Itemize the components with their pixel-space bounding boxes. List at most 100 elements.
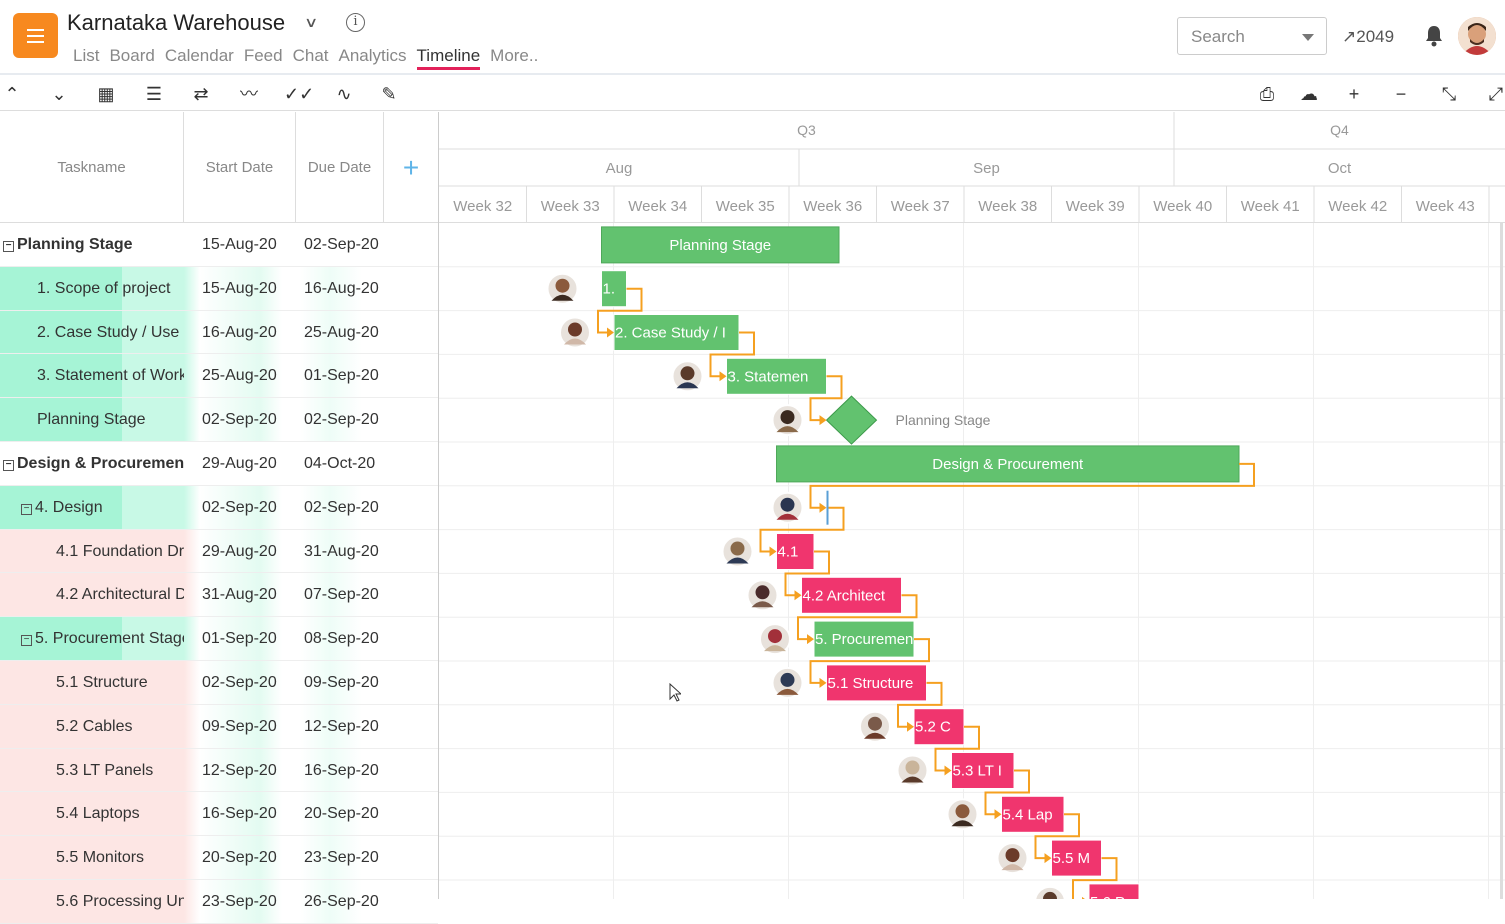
task-name[interactable]: 2. Case Study / Use (37, 311, 184, 354)
task-row[interactable]: − Design & Procurement 29-Aug-20 04-Oct-20 (0, 442, 438, 486)
due-date-cell[interactable]: 20-Sep-20 (304, 792, 379, 835)
task-bar[interactable]: 5.1 Structure (826, 664, 927, 702)
task-name[interactable]: 5.6 Processing Units (56, 880, 184, 923)
assignee-avatar[interactable] (746, 579, 779, 612)
collapse-toggle-icon[interactable]: − (3, 241, 14, 252)
wrench-icon[interactable]: ✎ (377, 82, 401, 106)
expand-down-icon[interactable]: ⌄ (47, 82, 71, 106)
task-name[interactable]: 4.1 Foundation Drawings (56, 530, 184, 573)
due-date-cell[interactable]: 16-Sep-20 (304, 749, 379, 792)
assignee-avatar[interactable] (896, 754, 929, 787)
chevron-down-icon[interactable]: ∨ (304, 14, 318, 31)
task-bar[interactable]: 3. Statemen (726, 357, 827, 395)
task-row[interactable]: 1. Scope of project 15-Aug-20 16-Aug-20 (0, 266, 438, 311)
double-check-icon[interactable]: ✓✓ (284, 82, 314, 106)
add-column-button[interactable]: + (384, 112, 438, 223)
start-date-cell[interactable]: 02-Sep-20 (202, 661, 277, 704)
start-date-cell[interactable]: 25-Aug-20 (202, 354, 277, 397)
due-date-cell[interactable]: 02-Sep-20 (304, 398, 379, 441)
task-bar[interactable]: 5.3 LT I (951, 752, 1015, 789)
task-bar[interactable]: 2. Case Study / I (613, 314, 740, 351)
task-row[interactable]: 5.4 Laptops 16-Sep-20 20-Sep-20 (0, 792, 438, 837)
due-date-cell[interactable]: 09-Sep-20 (304, 661, 379, 704)
task-row[interactable]: −5. Procurement Stage 01-Sep-20 08-Sep-20 (0, 617, 438, 661)
due-date-cell[interactable]: 01-Sep-20 (304, 354, 379, 397)
tab-board[interactable]: Board (109, 46, 154, 69)
points-badge[interactable]: ↗2049 (1342, 27, 1394, 47)
collapse-toggle-icon[interactable]: − (21, 635, 32, 647)
task-name[interactable]: 5.3 LT Panels (56, 749, 184, 792)
start-date-cell[interactable]: 15-Aug-20 (202, 267, 277, 310)
start-date-cell[interactable]: 12-Sep-20 (202, 749, 277, 792)
task-name[interactable]: 5.4 Laptops (56, 792, 184, 835)
due-date-cell[interactable]: 16-Aug-20 (304, 267, 379, 310)
start-date-header[interactable]: Start Date (184, 112, 296, 223)
task-bar[interactable]: 5. Procuremen (813, 620, 915, 658)
task-name[interactable]: 1. Scope of project (37, 267, 184, 310)
pulse-icon[interactable]: ∿ (332, 82, 356, 106)
task-name[interactable]: Planning Stage (37, 398, 184, 441)
menu-logo-icon[interactable] (13, 13, 58, 58)
task-bar[interactable]: 4.2 Architect (801, 576, 902, 614)
task-name[interactable]: −5. Procurement Stage (21, 617, 184, 660)
due-date-cell[interactable]: 04-Oct-20 (304, 442, 375, 485)
task-name[interactable]: 3. Statement of Work (37, 354, 184, 397)
start-date-cell[interactable]: 09-Sep-20 (202, 705, 277, 748)
assignee-avatar[interactable] (771, 666, 804, 699)
due-date-cell[interactable]: 26-Sep-20 (304, 880, 379, 923)
task-bar[interactable]: 1. (601, 270, 627, 308)
print-icon[interactable]: ⎙ (1255, 82, 1279, 106)
start-date-cell[interactable]: 20-Sep-20 (202, 836, 277, 879)
task-name[interactable]: −4. Design (21, 486, 184, 529)
start-date-cell[interactable]: 16-Sep-20 (202, 792, 277, 835)
start-date-cell[interactable]: 31-Aug-20 (202, 573, 277, 616)
assignee-avatar[interactable] (771, 404, 804, 437)
tab-analytics[interactable]: Analytics (339, 46, 407, 69)
start-date-cell[interactable]: 01-Sep-20 (202, 617, 277, 660)
summary-bar[interactable]: Design & Procurement (776, 445, 1240, 483)
task-row[interactable]: 5.2 Cables 09-Sep-20 12-Sep-20 (0, 704, 438, 749)
task-name[interactable]: − Design & Procurement (3, 442, 184, 485)
start-date-cell[interactable]: 02-Sep-20 (202, 398, 277, 441)
assignee-avatar[interactable] (1034, 885, 1066, 899)
task-name[interactable]: 5.2 Cables (56, 705, 184, 748)
task-row[interactable]: 5.5 Monitors 20-Sep-20 23-Sep-20 (0, 836, 438, 880)
fullscreen-icon[interactable]: ⤢ (1484, 82, 1505, 106)
due-date-cell[interactable]: 25-Aug-20 (304, 311, 379, 354)
assignee-avatar[interactable] (721, 535, 754, 568)
assignee-avatar[interactable] (559, 316, 591, 349)
collapse-toggle-icon[interactable]: − (3, 459, 14, 471)
task-row[interactable]: 5.1 Structure 02-Sep-20 09-Sep-20 (0, 660, 438, 705)
task-bar[interactable]: 5.4 Lap (1001, 795, 1065, 833)
due-date-cell[interactable]: 31-Aug-20 (304, 530, 379, 573)
collapse-toggle-icon[interactable]: − (21, 503, 32, 515)
task-row[interactable]: 2. Case Study / Use 16-Aug-20 25-Aug-20 (0, 310, 438, 355)
collapse-up-icon[interactable]: ⌃ (0, 82, 24, 106)
task-row[interactable]: −4. Design 02-Sep-20 02-Sep-20 (0, 485, 438, 530)
swap-icon[interactable]: ⇄ (189, 82, 213, 106)
collapse-icon[interactable]: ⤡ (1437, 82, 1461, 106)
assignee-avatar[interactable] (546, 272, 579, 305)
start-date-cell[interactable]: 02-Sep-20 (202, 486, 277, 529)
project-title[interactable]: Karnataka Warehouse (67, 10, 285, 36)
task-name[interactable]: 5.5 Monitors (56, 836, 184, 879)
due-date-cell[interactable]: 07-Sep-20 (304, 573, 379, 616)
assignee-avatar[interactable] (671, 360, 704, 393)
task-name[interactable]: 5.1 Structure (56, 661, 184, 704)
summary-bar[interactable]: Planning Stage (601, 226, 840, 264)
taskname-header[interactable]: Taskname (0, 112, 184, 223)
tab-list[interactable]: List (73, 46, 99, 69)
tab-feed[interactable]: Feed (244, 46, 283, 69)
assignee-avatar[interactable] (996, 842, 1029, 875)
task-name[interactable]: − Planning Stage (3, 223, 184, 266)
tab-chat[interactable]: Chat (293, 46, 329, 69)
due-date-cell[interactable]: 02-Sep-20 (304, 223, 379, 266)
task-row[interactable]: 3. Statement of Work 25-Aug-20 01-Sep-20 (0, 354, 438, 399)
assignee-avatar[interactable] (859, 710, 891, 743)
tab-calendar[interactable]: Calendar (165, 46, 234, 69)
due-date-cell[interactable]: 08-Sep-20 (304, 617, 379, 660)
task-row[interactable]: 5.6 Processing Units 23-Sep-20 26-Sep-20 (0, 879, 438, 924)
task-row[interactable]: Planning Stage 02-Sep-20 02-Sep-20 (0, 398, 438, 442)
bell-icon[interactable] (1424, 25, 1444, 47)
tab-more[interactable]: More.. (490, 46, 538, 69)
